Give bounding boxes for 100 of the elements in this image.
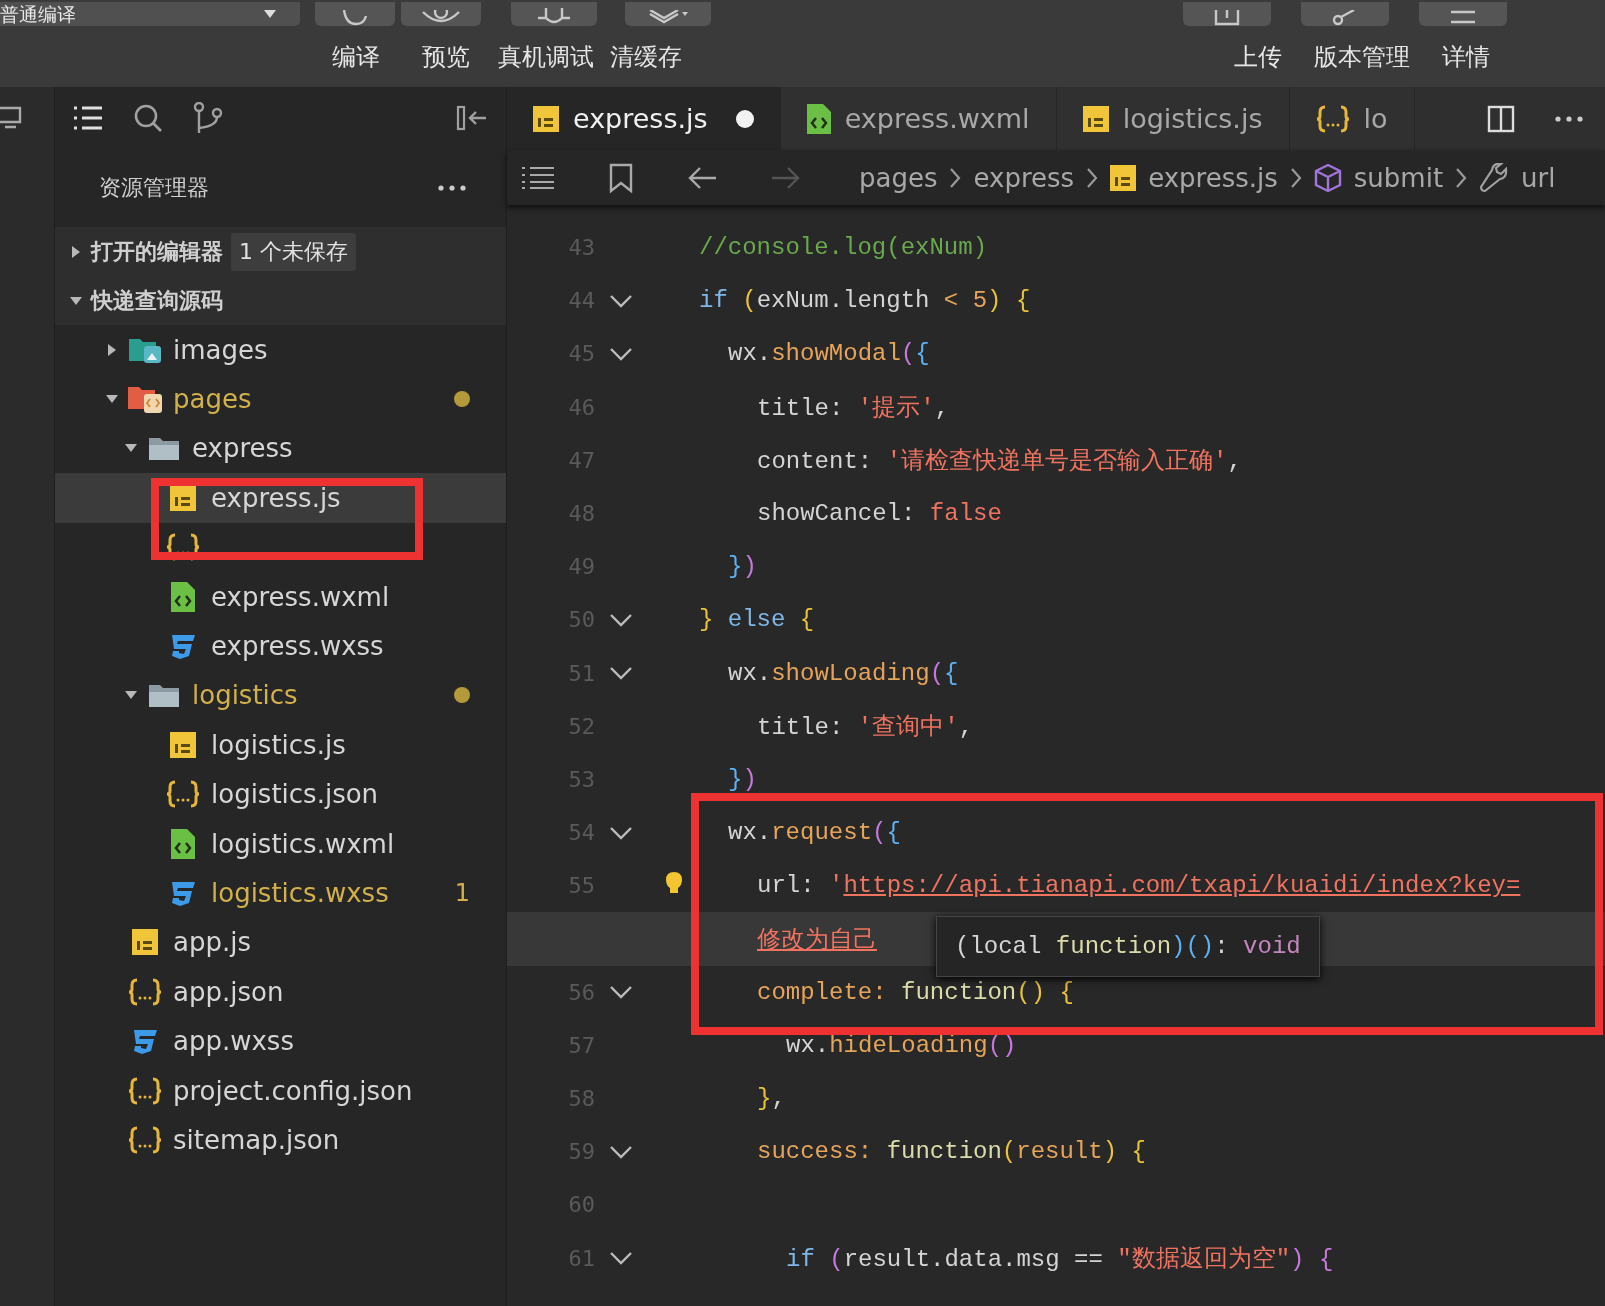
monitor-icon[interactable] [0,105,22,131]
file-tree-row[interactable]: pages [55,374,506,424]
wrench-icon [1479,162,1510,193]
code-line: showCancel: false [757,500,1002,528]
cube-icon [1313,162,1342,193]
js-file-icon [1110,164,1137,191]
file-tree-row[interactable]: logistics.json [55,769,506,819]
toolbar-button[interactable] [1301,2,1389,26]
toolbar-button[interactable] [625,2,711,26]
file-tree-row[interactable]: images [55,325,506,375]
file-name: logistics.js [211,729,347,760]
fold-chevron-icon[interactable] [609,825,633,840]
fold-chevron-icon[interactable] [609,666,633,681]
toolbar-button[interactable] [511,2,597,26]
toolbar-button[interactable] [1183,2,1271,26]
section-title: 打开的编辑器 [91,237,223,266]
file-tree-row[interactable]: logistics [55,670,506,721]
unsaved-dot [735,109,754,128]
code-line: complete: function() { [757,978,1074,1006]
file-name: express.wxss [211,631,385,662]
file-tree-row[interactable]: logistics.js [55,720,506,770]
file-tree-row[interactable]: express.wxss [55,621,506,671]
toolbar-button[interactable] [401,2,481,26]
js-file-icon [1082,105,1109,132]
code-file-icon [806,103,831,134]
toolbar-button[interactable] [1419,2,1507,26]
file-name: images [173,334,269,365]
split-editor-icon[interactable] [1487,104,1515,133]
fold-chevron-icon[interactable] [609,1144,633,1159]
toolbar-label[interactable]: 编译 [311,40,401,73]
code-line: title: '提示', [757,394,950,424]
list-icon[interactable] [521,165,555,190]
breadcrumb-item[interactable]: url [1521,162,1556,193]
code-file-icon [171,581,195,612]
file-name: express [192,433,294,464]
file-tree-row[interactable]: app.json [55,967,506,1017]
section-title: 快递查询源码 [91,286,223,315]
fold-chevron-icon[interactable] [609,612,633,627]
code-line: //console.log(exNum) [699,234,988,262]
file-tree-row[interactable]: app.wxss [55,1016,506,1066]
code-line: title: '查询中', [757,713,974,743]
fold-chevron-icon[interactable] [609,346,633,361]
explorer-title: 资源管理器 [99,174,209,202]
hover-tooltip: (local function)(): void [936,916,1320,977]
search-icon[interactable] [133,103,163,133]
toolbar-button[interactable] [315,2,395,26]
fold-chevron-icon[interactable] [609,985,633,1000]
bookmark-icon[interactable] [609,162,633,193]
toolbar-label[interactable]: 预览 [401,40,491,73]
explorer-section[interactable]: 快递查询源码 [55,276,506,325]
stylesheet-icon [169,879,197,907]
file-name: express.js [211,482,342,513]
braces-icon [1315,104,1350,133]
code-line: if (exNum.length < 5) { [699,287,1031,315]
collapse-panel-icon[interactable] [456,105,488,131]
code-file-icon [171,828,195,859]
braces-icon [128,1125,162,1154]
code-line: } else { [699,606,815,634]
code-line: }) [728,553,757,581]
more-icon[interactable] [1555,115,1583,122]
js-file-icon [533,105,559,132]
file-tree-row[interactable]: app.js [55,917,506,968]
file-name: pages [173,384,253,415]
breadcrumb-item[interactable]: express [973,162,1075,193]
toolbar-label[interactable]: 清缓存 [601,40,691,73]
toolbar-label[interactable]: 详情 [1421,40,1511,73]
explorer-section[interactable]: 打开的编辑器 1 个未保存 [55,227,506,276]
code-line: }, [757,1085,786,1113]
more-icon[interactable] [438,185,466,191]
file-name: app.js [173,927,252,958]
file-name: logistics.wxml [211,828,396,859]
breadcrumb-item[interactable]: pages [859,162,938,193]
file-tree-row[interactable]: express.wxml [55,571,506,622]
folder-icon [148,682,180,709]
file-tree-row[interactable]: express [55,423,506,474]
js-file-icon [132,929,158,956]
toolbar-label[interactable]: 上传 [1213,40,1303,73]
file-tree-row[interactable]: sitemap.json [55,1115,506,1165]
editor-tab[interactable]: express.js [507,87,781,150]
breadcrumb-item[interactable]: submit [1353,162,1444,193]
chevron-right-icon [1289,166,1302,189]
file-name: express.wxml [211,581,391,612]
compile-mode-dropdown[interactable]: 普通编译 [0,2,300,26]
code-line: wx.showModal({ [728,340,930,368]
file-tree-row[interactable]: logistics.wxml [55,818,506,869]
file-name: logistics [192,680,299,711]
fold-chevron-icon[interactable] [609,1251,633,1266]
chevron-right-icon [949,166,962,189]
code-line: content: '请检查快递单号是否输入正确', [757,447,1242,477]
toolbar-label[interactable]: 真机调试 [491,40,601,73]
braces-icon [128,977,162,1006]
breadcrumb-item[interactable]: express.js [1148,162,1278,193]
back-arrow-icon[interactable] [687,165,717,190]
file-tree-row[interactable]: logistics.wxss 1 [55,868,506,918]
chevron-right-icon [1455,166,1468,189]
fold-chevron-icon[interactable] [609,293,633,308]
code-line: url: 'https://api.tianapi.com/txapi/kuaidi/index?key= [757,872,1521,900]
toolbar-label[interactable]: 版本管理 [1303,40,1421,73]
stylesheet-icon [131,1027,159,1056]
file-tree-row[interactable]: project.config.json [55,1065,506,1116]
